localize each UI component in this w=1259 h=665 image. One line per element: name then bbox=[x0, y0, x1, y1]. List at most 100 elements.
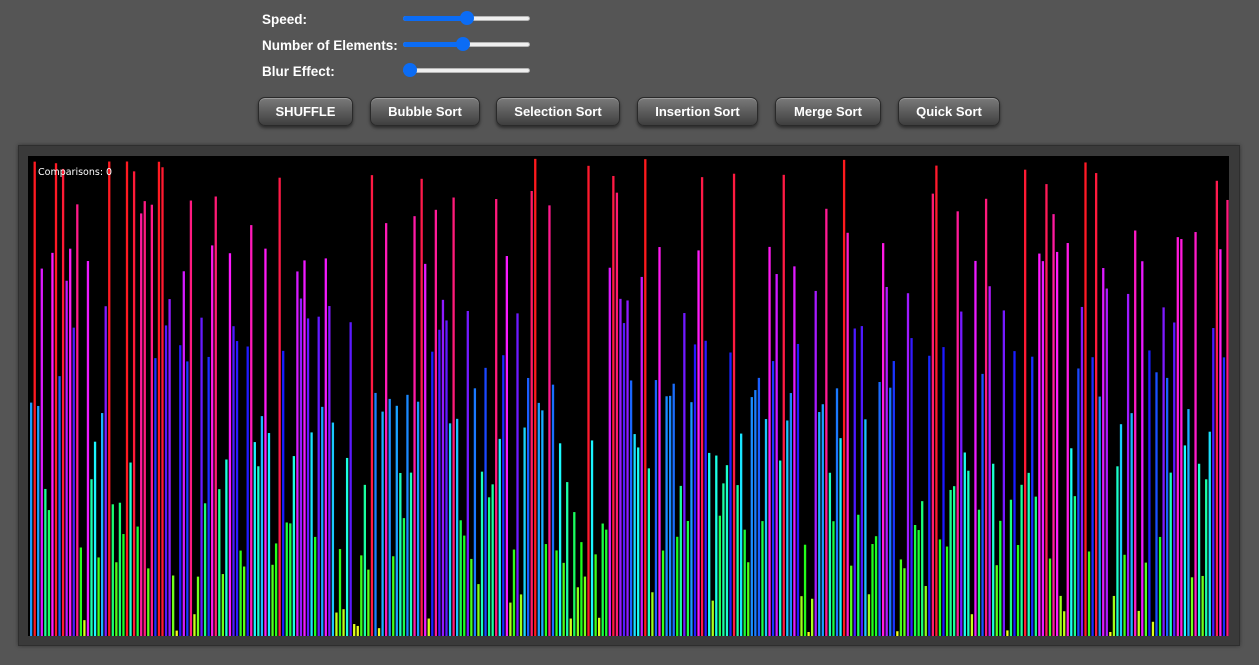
array-bar bbox=[402, 518, 406, 636]
array-bar bbox=[626, 300, 629, 636]
array-bar bbox=[484, 367, 487, 636]
array-bar bbox=[132, 171, 136, 636]
array-bar bbox=[232, 326, 235, 636]
array-bar bbox=[385, 223, 388, 636]
array-bar bbox=[956, 211, 959, 636]
array-bar bbox=[310, 432, 313, 636]
array-bar bbox=[1219, 249, 1222, 636]
array-bar bbox=[431, 351, 434, 636]
array-bar bbox=[253, 442, 256, 636]
sort-buttons: SHUFFLE Bubble Sort Selection Sort Inser… bbox=[0, 97, 1259, 127]
array-bar bbox=[818, 412, 821, 636]
insertion-sort-button[interactable]: Insertion Sort bbox=[637, 97, 758, 126]
array-bar bbox=[548, 205, 551, 636]
array-bar bbox=[239, 550, 242, 636]
array-bar bbox=[537, 402, 540, 636]
array-bar bbox=[225, 459, 228, 636]
array-bar bbox=[754, 390, 757, 636]
array-bar bbox=[889, 387, 892, 636]
shuffle-button[interactable]: SHUFFLE bbox=[258, 97, 353, 126]
array-bar bbox=[424, 263, 427, 636]
array-bar bbox=[1176, 237, 1179, 636]
elements-slider-fill bbox=[403, 42, 464, 47]
array-bar bbox=[729, 352, 732, 636]
array-bar bbox=[1226, 199, 1229, 636]
array-bar bbox=[779, 460, 782, 636]
array-bar bbox=[353, 624, 356, 636]
array-bar bbox=[732, 173, 736, 636]
blur-slider[interactable] bbox=[403, 63, 530, 77]
array-bar bbox=[558, 443, 562, 636]
array-bar bbox=[296, 271, 299, 636]
array-bar bbox=[555, 550, 558, 636]
blur-label: Blur Effect: bbox=[262, 64, 335, 79]
array-bar bbox=[725, 465, 729, 636]
array-bar bbox=[1016, 545, 1020, 636]
array-bar bbox=[622, 323, 626, 636]
bubble-sort-button[interactable]: Bubble Sort bbox=[370, 97, 480, 126]
quick-sort-button[interactable]: Quick Sort bbox=[898, 97, 1000, 126]
array-bar bbox=[871, 544, 874, 636]
array-bar bbox=[487, 497, 491, 636]
array-bar bbox=[1031, 356, 1034, 636]
array-bar bbox=[228, 253, 232, 636]
array-bar bbox=[1162, 307, 1165, 636]
array-bar bbox=[615, 192, 619, 636]
elements-slider-thumb[interactable] bbox=[456, 37, 471, 51]
array-bar bbox=[1095, 173, 1098, 636]
merge-sort-button[interactable]: Merge Sort bbox=[775, 97, 881, 126]
array-bar bbox=[793, 266, 796, 636]
array-bar bbox=[420, 178, 423, 636]
array-bar bbox=[335, 612, 338, 636]
array-bar bbox=[267, 433, 271, 636]
array-bar bbox=[768, 246, 771, 636]
array-bar bbox=[399, 472, 402, 636]
array-bar bbox=[221, 574, 224, 636]
array-bar bbox=[40, 268, 43, 636]
blur-slider-thumb[interactable] bbox=[403, 63, 417, 77]
array-bar bbox=[551, 384, 555, 636]
array-bar bbox=[562, 562, 565, 636]
blur-slider-track[interactable] bbox=[403, 68, 530, 73]
array-bar bbox=[906, 293, 910, 636]
array-bar bbox=[1187, 409, 1190, 636]
selection-sort-button[interactable]: Selection Sort bbox=[496, 97, 620, 126]
array-bar bbox=[157, 161, 161, 636]
array-bar bbox=[1084, 162, 1087, 636]
array-bar bbox=[1134, 230, 1137, 636]
array-bar bbox=[782, 174, 785, 636]
array-bar bbox=[427, 618, 430, 636]
array-bar bbox=[367, 569, 370, 636]
array-bar bbox=[164, 325, 168, 636]
array-bar bbox=[104, 306, 107, 636]
array-bar bbox=[913, 524, 917, 636]
array-bar bbox=[1123, 554, 1126, 636]
array-bar bbox=[1002, 310, 1005, 636]
elements-slider[interactable] bbox=[403, 37, 530, 51]
array-bar bbox=[896, 631, 899, 636]
array-bar bbox=[388, 398, 391, 636]
array-bar bbox=[864, 419, 867, 636]
array-bar bbox=[345, 457, 349, 636]
array-bar bbox=[452, 197, 455, 636]
array-bar bbox=[363, 484, 366, 636]
speed-slider-thumb[interactable] bbox=[459, 11, 474, 25]
array-bar bbox=[1098, 396, 1101, 636]
array-bar bbox=[392, 556, 395, 636]
array-bar bbox=[179, 345, 182, 636]
array-bar bbox=[1166, 377, 1169, 636]
array-bar bbox=[1073, 496, 1076, 636]
speed-slider[interactable] bbox=[403, 11, 530, 25]
array-bar bbox=[1173, 322, 1176, 636]
array-bar bbox=[172, 575, 175, 636]
array-bar bbox=[686, 521, 690, 636]
array-bar bbox=[338, 549, 342, 636]
array-bar bbox=[1126, 293, 1130, 636]
array-bar bbox=[743, 529, 746, 636]
array-bar bbox=[619, 298, 622, 636]
array-bar bbox=[644, 159, 647, 636]
array-bar bbox=[942, 347, 945, 636]
array-bar bbox=[1041, 261, 1045, 636]
array-bar bbox=[1215, 180, 1218, 636]
array-bar bbox=[683, 313, 686, 636]
